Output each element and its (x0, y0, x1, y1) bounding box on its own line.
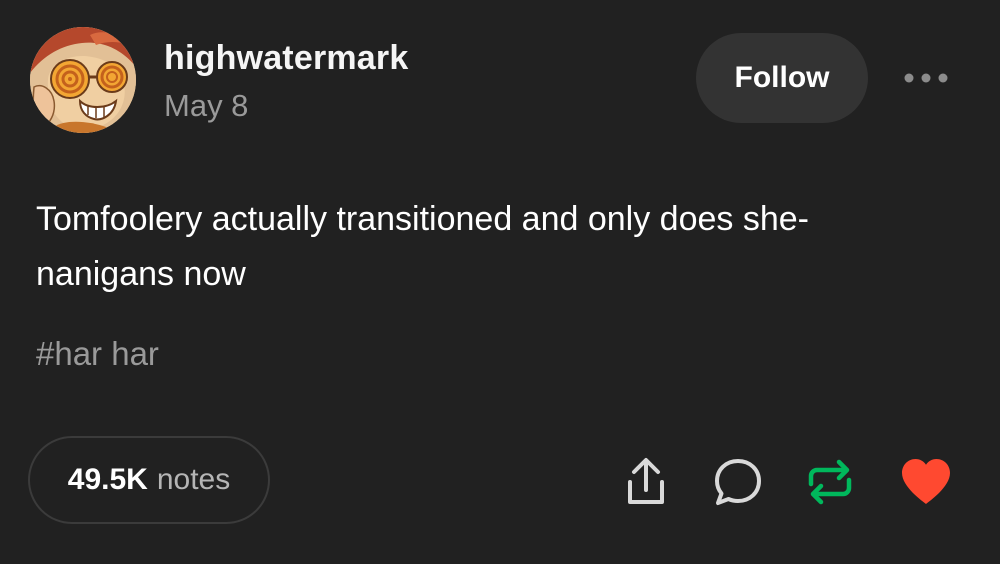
tumblr-post: highwatermark May 8 Follow Tomfoolery ac… (0, 0, 1000, 564)
post-text-line: nanigans now (36, 255, 246, 293)
notes-button[interactable]: 49.5K notes (28, 436, 270, 524)
post-tag[interactable]: #har har (36, 332, 159, 376)
comment-button[interactable] (710, 454, 766, 510)
share-icon (628, 458, 664, 504)
notes-label: notes (156, 463, 231, 496)
like-heart-icon (902, 459, 950, 504)
like-button[interactable] (898, 454, 954, 510)
post-date: May 8 (164, 88, 249, 123)
comment-icon (715, 459, 761, 505)
follow-button[interactable]: Follow (696, 33, 868, 123)
ellipsis-icon (904, 73, 948, 83)
cartoon-avatar-icon (30, 27, 136, 133)
post-text-line: Tomfoolery actually transitioned and onl… (36, 200, 809, 238)
notes-count: 49.5K (67, 463, 148, 496)
reblog-button[interactable] (802, 454, 858, 510)
author-username[interactable]: highwatermark (164, 36, 408, 80)
post-body-text: Tomfoolery actually transitioned and onl… (36, 192, 936, 302)
more-options-button[interactable] (898, 60, 954, 96)
reblog-icon (808, 459, 852, 505)
share-button[interactable] (618, 454, 674, 510)
author-avatar[interactable] (30, 27, 136, 133)
